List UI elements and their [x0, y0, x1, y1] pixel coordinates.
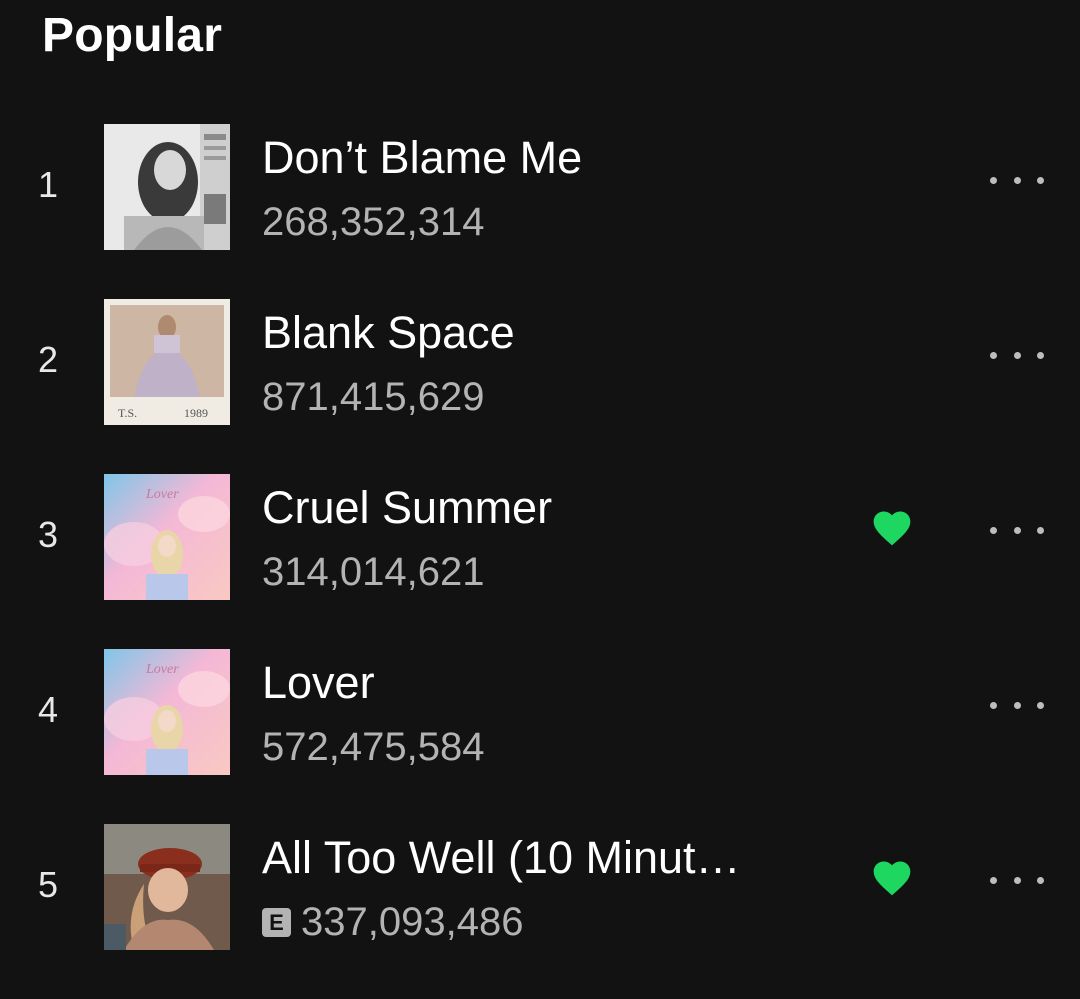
svg-text:Lover: Lover	[145, 662, 179, 677]
more-options-icon[interactable]	[990, 860, 1044, 900]
svg-text:T.S.: T.S.	[118, 406, 137, 420]
track-rank: 3	[38, 514, 59, 555]
track-rank: 2	[38, 339, 59, 380]
more-options-icon[interactable]	[990, 335, 1044, 375]
track-rank: 4	[38, 689, 59, 730]
section-title: Popular	[42, 9, 223, 62]
track-row[interactable]: 3 Lover Cruel Summer 314,014,621	[0, 464, 1080, 639]
album-cover-lover: Lover	[104, 649, 230, 775]
album-cover-red	[104, 824, 230, 950]
album-cover-1989: T.S. 1989	[104, 299, 230, 425]
track-meta: 871,415,629	[262, 375, 484, 420]
more-options-icon[interactable]	[990, 160, 1044, 200]
track-meta: E 337,093,486	[262, 900, 523, 945]
track-row[interactable]: 2 T.S. 1989 Blank Space 871,415,629	[0, 289, 1080, 464]
track-rank: 1	[38, 164, 59, 205]
track-list: 1 Don’t Blame Me 268,352,314 2 T.S. 1989…	[0, 114, 1080, 989]
track-row[interactable]: 5 All Too Well (10 Minut… E 337,093,486	[0, 814, 1080, 989]
track-row[interactable]: 1 Don’t Blame Me 268,352,314	[0, 114, 1080, 289]
play-count: 572,475,584	[262, 725, 485, 769]
play-count: 268,352,314	[262, 200, 485, 244]
more-options-icon[interactable]	[990, 510, 1044, 550]
track-row[interactable]: 4 Lover Lover 572,475,584	[0, 639, 1080, 814]
heart-icon[interactable]	[870, 856, 914, 900]
track-meta: 268,352,314	[262, 200, 484, 245]
album-cover-reputation	[104, 124, 230, 250]
explicit-badge: E	[262, 908, 291, 937]
track-title[interactable]: Blank Space	[262, 307, 515, 359]
heart-icon[interactable]	[870, 506, 914, 550]
album-cover-lover: Lover	[104, 474, 230, 600]
more-options-icon[interactable]	[990, 685, 1044, 725]
track-meta: 572,475,584	[262, 725, 484, 770]
track-title[interactable]: Cruel Summer	[262, 482, 552, 534]
track-title[interactable]: Lover	[262, 657, 375, 709]
track-title[interactable]: Don’t Blame Me	[262, 132, 582, 184]
play-count: 314,014,621	[262, 550, 485, 594]
track-title[interactable]: All Too Well (10 Minut…	[262, 832, 741, 884]
svg-text:1989: 1989	[184, 406, 208, 420]
track-rank: 5	[38, 864, 59, 905]
svg-text:Lover: Lover	[145, 487, 179, 502]
play-count: 337,093,486	[301, 900, 524, 944]
play-count: 871,415,629	[262, 375, 485, 419]
track-meta: 314,014,621	[262, 550, 484, 595]
